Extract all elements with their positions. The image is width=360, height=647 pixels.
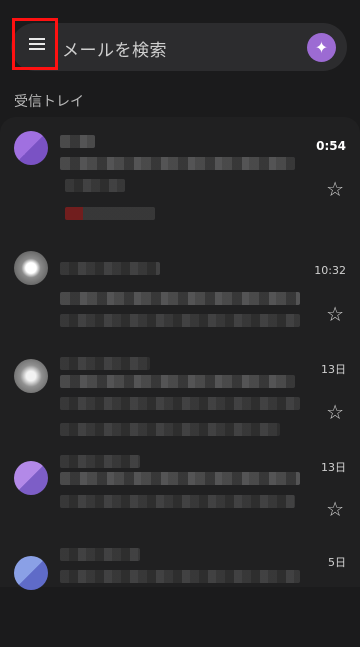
sender-redacted [60, 135, 95, 148]
email-row[interactable]: 13日 ☆ [0, 345, 360, 450]
email-time: 13日 [321, 363, 346, 376]
email-time: 0:54 [316, 139, 346, 153]
sender-redacted [60, 455, 140, 468]
preview-redacted [60, 397, 300, 410]
label-redacted [65, 207, 155, 220]
subject-redacted [60, 375, 295, 388]
email-row[interactable]: 5日 [0, 542, 360, 647]
email-time: 10:32 [314, 264, 346, 277]
sender-avatar [14, 251, 48, 285]
preview-redacted [60, 495, 295, 508]
sender-redacted [60, 357, 150, 370]
section-title: 受信トレイ [14, 94, 84, 110]
profile-avatar[interactable]: ✦ [307, 33, 336, 62]
email-row[interactable]: 10:32 ☆ [0, 237, 360, 342]
sender-avatar [14, 131, 48, 165]
email-time: 5日 [328, 556, 346, 569]
email-list: 0:54 ☆ 10:32 ☆ 13日 ☆ 13日 ☆ 5日 [0, 117, 360, 590]
subject-redacted [60, 472, 300, 485]
email-row[interactable]: 0:54 ☆ [0, 117, 360, 222]
preview-redacted [60, 314, 300, 327]
preview-redacted [60, 423, 280, 436]
sender-redacted [60, 262, 160, 275]
sender-redacted [60, 548, 140, 561]
sender-avatar [14, 359, 48, 393]
menu-highlight-box [12, 18, 58, 70]
email-row[interactable]: 13日 ☆ [0, 447, 360, 552]
subject-redacted [60, 570, 300, 583]
preview-redacted [65, 179, 125, 192]
profile-icon: ✦ [314, 38, 329, 57]
sender-avatar [14, 461, 48, 495]
star-icon[interactable]: ☆ [326, 177, 344, 201]
search-input[interactable]: メールを検索 [62, 36, 167, 61]
star-icon[interactable]: ☆ [326, 302, 344, 326]
subject-redacted [60, 157, 295, 170]
star-icon[interactable]: ☆ [326, 400, 344, 424]
email-time: 13日 [321, 461, 346, 474]
subject-redacted [60, 292, 300, 305]
sender-avatar [14, 556, 48, 590]
star-icon[interactable]: ☆ [326, 497, 344, 521]
